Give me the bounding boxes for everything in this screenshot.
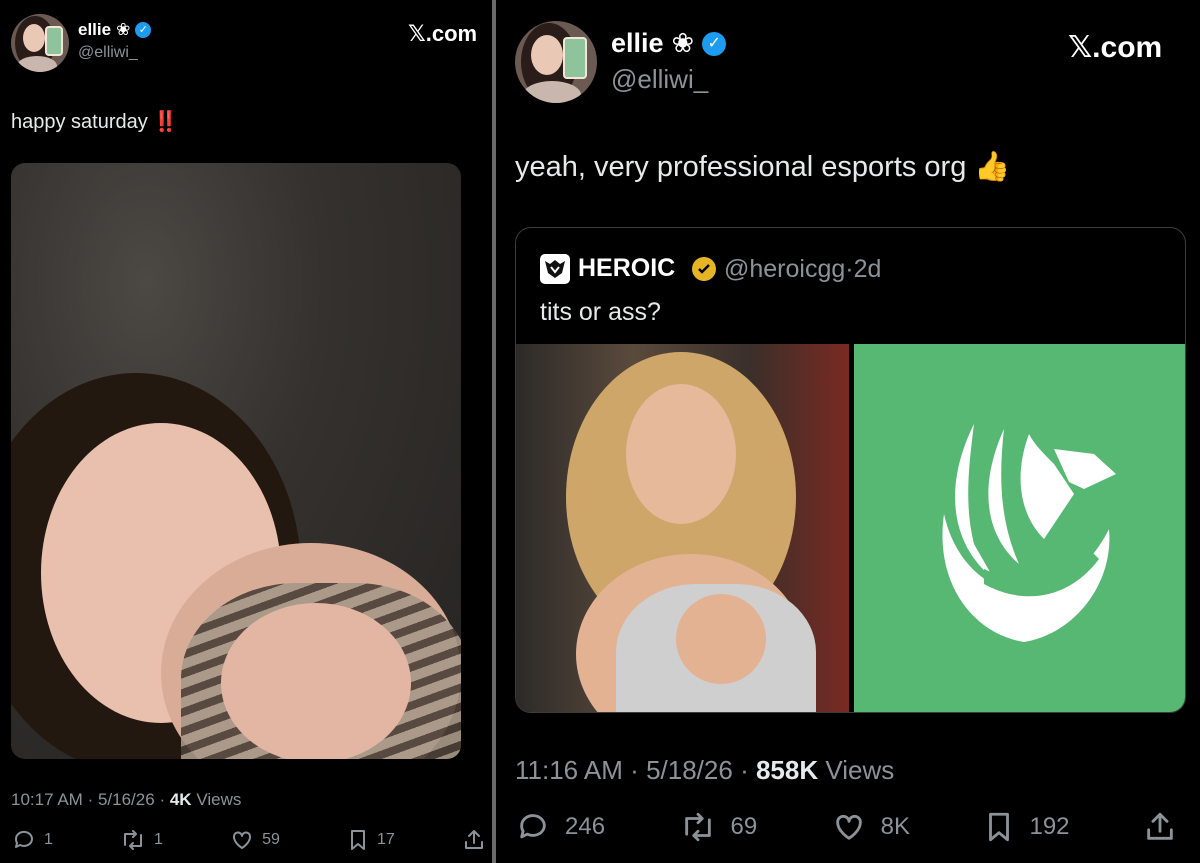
tweet-date[interactable]: 5/16/26 <box>98 790 155 809</box>
verified-badge-icon: ✓ <box>702 31 727 56</box>
share-icon <box>1147 812 1173 840</box>
verified-badge-icon: ✓ <box>135 22 152 38</box>
pegasus-logo-icon <box>942 424 1116 642</box>
like-count: 8K <box>880 813 911 840</box>
tweet-meta: 10:17 AM · 5/16/26 · 4K Views <box>11 790 241 810</box>
like-button[interactable]: 59 <box>230 828 280 852</box>
repost-button[interactable]: 1 <box>120 828 163 852</box>
share-button[interactable] <box>1143 810 1177 844</box>
quoted-display-name: HEROIC <box>578 254 676 282</box>
tweet-meta: 11:16 AM · 5/18/26 · 858K Views <box>515 755 894 786</box>
quoted-age: 2d <box>853 255 882 283</box>
reply-button[interactable]: 246 <box>515 810 605 844</box>
gold-verified-icon <box>692 257 716 281</box>
photo-neckline-shape <box>676 594 766 684</box>
reply-button[interactable]: 1 <box>12 828 53 852</box>
thumbs-up-emoji: 👍 <box>974 151 1011 183</box>
quoted-text: tits or ass? <box>540 298 661 326</box>
separator: · <box>87 790 94 809</box>
views-label: Views <box>196 790 242 809</box>
display-name-row[interactable]: ellie ❀ ✓ <box>611 28 727 59</box>
tweet-time[interactable]: 11:16 AM <box>515 755 623 785</box>
bookmark-count: 192 <box>1029 813 1070 840</box>
repost-count: 69 <box>730 813 758 840</box>
heart-icon <box>233 831 252 849</box>
reply-icon <box>520 814 546 839</box>
heart-icon <box>835 814 862 840</box>
tweet-text: happy saturday ‼️ <box>11 109 178 134</box>
repost-button[interactable]: 69 <box>679 810 758 844</box>
x-logo: 𝕏.com <box>408 21 478 46</box>
quoted-photo-woman[interactable] <box>516 344 849 712</box>
avatar[interactable] <box>11 14 69 72</box>
bookmark-button[interactable]: 192 <box>983 810 1070 844</box>
like-count: 59 <box>262 831 280 848</box>
repost-icon <box>684 812 711 842</box>
photo-neckline-shape <box>221 603 411 759</box>
views-label: Views <box>825 755 895 785</box>
heroic-logo-icon <box>540 254 570 284</box>
reply-count: 1 <box>44 831 53 848</box>
action-bar: 246 69 8K 192 <box>515 810 1177 844</box>
tweet-text-body: yeah, very professional esports org <box>515 151 967 183</box>
repost-count: 1 <box>154 831 163 848</box>
action-bar: 1 1 59 17 <box>12 828 486 852</box>
separator: · <box>159 790 166 809</box>
separator: · <box>630 755 639 785</box>
separator: · <box>845 255 854 283</box>
tweet-date[interactable]: 5/18/26 <box>646 755 733 785</box>
handle[interactable]: @elliwi_ <box>78 44 138 62</box>
reply-count: 246 <box>565 813 606 840</box>
tweet-text: yeah, very professional esports org 👍 <box>515 150 1011 184</box>
quoted-handle-row: @heroicgg·2d <box>724 255 881 284</box>
left-tweet: ellie ❀ ✓ @elliwi_ 𝕏.com happy saturday … <box>0 0 490 863</box>
bookmark-count: 17 <box>377 831 395 848</box>
views-count: 4K <box>169 790 192 809</box>
views-count: 858K <box>755 755 819 785</box>
tweet-text-body: happy saturday <box>11 111 148 133</box>
flower-emoji: ❀ <box>671 28 695 58</box>
bookmark-icon <box>989 812 1010 842</box>
flower-emoji: ❀ <box>116 20 131 39</box>
handle[interactable]: @elliwi_ <box>611 64 708 95</box>
divider <box>492 0 496 863</box>
repost-icon <box>124 830 143 850</box>
display-name-row[interactable]: ellie ❀ ✓ <box>78 20 152 40</box>
bookmark-button[interactable]: 17 <box>347 828 395 852</box>
photo-face-shape <box>626 384 736 524</box>
reply-icon <box>14 830 33 848</box>
tweet-time[interactable]: 10:17 AM <box>11 790 83 809</box>
double-exclamation-emoji: ‼️ <box>153 111 179 133</box>
like-button[interactable]: 8K <box>831 810 910 844</box>
bookmark-icon <box>351 830 366 850</box>
separator: · <box>740 755 749 785</box>
share-icon <box>464 830 483 849</box>
quoted-tweet[interactable]: HEROIC @heroicgg·2d tits or ass? <box>515 227 1186 713</box>
share-button[interactable] <box>462 828 486 852</box>
quoted-photo-logo[interactable] <box>854 344 1185 712</box>
avatar[interactable] <box>515 21 597 103</box>
x-logo: 𝕏.com <box>1068 31 1163 64</box>
tweet-photo[interactable] <box>11 163 461 759</box>
display-name: ellie <box>78 20 112 39</box>
quoted-handle: @heroicgg <box>724 255 846 283</box>
display-name: ellie <box>611 28 664 58</box>
